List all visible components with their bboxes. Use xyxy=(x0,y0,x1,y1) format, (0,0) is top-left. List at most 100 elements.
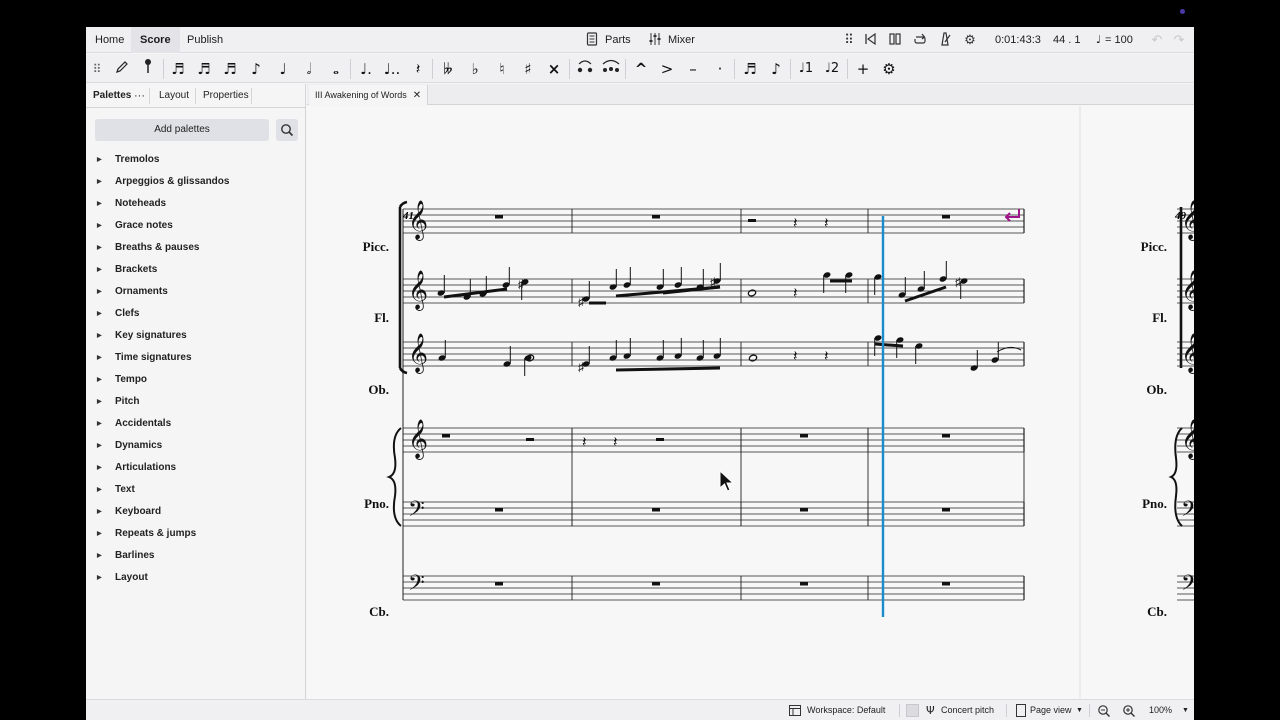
palette-item[interactable]: ▶ Accidentals xyxy=(86,413,305,435)
palette-item[interactable]: ▶ Grace notes xyxy=(86,215,305,237)
palette-item[interactable]: ▶ Noteheads xyxy=(86,193,305,215)
undo-icon[interactable]: ↶ xyxy=(1149,32,1165,48)
flip-direction-icon[interactable]: ♪ xyxy=(765,58,787,80)
metronome-icon[interactable] xyxy=(937,32,953,48)
tab-palettes[interactable]: Palettes xyxy=(93,84,131,108)
add-icon[interactable]: + xyxy=(852,58,874,80)
expand-arrow-icon[interactable]: ▶ xyxy=(97,545,102,567)
parts-button[interactable]: Parts xyxy=(605,27,631,53)
note-input-pen-icon[interactable] xyxy=(111,58,133,80)
redo-icon[interactable]: ↷ xyxy=(1171,32,1187,48)
palette-item[interactable]: ▶ Dynamics xyxy=(86,435,305,457)
toolbar-settings-icon[interactable]: ⚙ xyxy=(878,58,900,80)
palette-item[interactable]: ▶ Ornaments xyxy=(86,281,305,303)
tab-score[interactable]: Score xyxy=(131,27,180,53)
workspace-icon[interactable] xyxy=(789,705,801,716)
tab-publish[interactable]: Publish xyxy=(178,27,232,53)
play-pause-icon[interactable] xyxy=(887,32,903,48)
view-mode-selector[interactable]: Page view xyxy=(1030,700,1072,720)
expand-arrow-icon[interactable]: ▶ xyxy=(97,193,102,215)
flat-icon[interactable]: ♭ xyxy=(464,58,486,80)
expand-arrow-icon[interactable]: ▶ xyxy=(97,215,102,237)
chevron-down-icon[interactable]: ▼ xyxy=(1076,700,1083,720)
parts-icon[interactable] xyxy=(584,32,600,48)
loop-icon[interactable] xyxy=(912,32,928,48)
tie-icon[interactable] xyxy=(574,58,596,80)
add-palettes-button[interactable]: Add palettes xyxy=(95,119,269,141)
expand-arrow-icon[interactable]: ▶ xyxy=(97,149,102,171)
expand-arrow-icon[interactable]: ▶ xyxy=(97,171,102,193)
sharp-icon[interactable]: ♯ xyxy=(517,58,539,80)
tuplet-icon[interactable]: ♬ xyxy=(739,58,761,80)
palette-item[interactable]: ▶ Pitch xyxy=(86,391,305,413)
playback-settings-icon[interactable]: ⚙ xyxy=(962,32,978,48)
augmentation-dot-icon[interactable]: ♩. xyxy=(355,58,377,80)
double-dot-icon[interactable]: ♩.. xyxy=(381,58,403,80)
expand-arrow-icon[interactable]: ▶ xyxy=(97,501,102,523)
expand-arrow-icon[interactable]: ▶ xyxy=(97,523,102,545)
close-icon[interactable]: ✕ xyxy=(413,90,421,101)
workspace-selector[interactable]: Workspace: Default xyxy=(807,700,885,720)
palette-item[interactable]: ▶ Keyboard xyxy=(86,501,305,523)
input-mode-icon[interactable] xyxy=(137,58,159,80)
double-sharp-icon[interactable]: × xyxy=(543,58,565,80)
drag-handle-icon[interactable]: ⠿ xyxy=(841,32,857,48)
palette-item[interactable]: ▶ Text xyxy=(86,479,305,501)
zoom-chevron-icon[interactable]: ▼ xyxy=(1182,700,1189,720)
palettes-menu-icon[interactable]: ··· xyxy=(134,84,145,108)
thirty-second-note-icon[interactable]: ♬ xyxy=(193,58,215,80)
tab-home[interactable]: Home xyxy=(86,27,133,53)
voice-2-icon[interactable]: ♩2 xyxy=(821,58,843,80)
expand-arrow-icon[interactable]: ▶ xyxy=(97,567,102,589)
natural-icon[interactable]: ♮ xyxy=(491,58,513,80)
eighth-note-icon[interactable]: ♪ xyxy=(245,58,267,80)
palette-item[interactable]: ▶ Articulations xyxy=(86,457,305,479)
expand-arrow-icon[interactable]: ▶ xyxy=(97,457,102,479)
tenuto-icon[interactable]: – xyxy=(682,58,704,80)
palette-search-button[interactable] xyxy=(276,119,298,141)
zoom-in-icon[interactable] xyxy=(1122,704,1136,718)
mixer-icon[interactable] xyxy=(647,32,663,48)
accent-icon[interactable]: > xyxy=(656,58,678,80)
concert-pitch-checkbox[interactable] xyxy=(906,704,919,717)
sixteenth-note-icon[interactable]: ♬ xyxy=(219,58,241,80)
expand-arrow-icon[interactable]: ▶ xyxy=(97,391,102,413)
sixty-fourth-note-icon[interactable]: ♬ xyxy=(167,58,189,80)
whole-note-icon[interactable]: 𝅝 xyxy=(325,58,347,80)
tab-properties[interactable]: Properties xyxy=(203,84,249,108)
page-view-icon[interactable] xyxy=(1016,704,1026,717)
palette-item[interactable]: ▶ Layout xyxy=(86,567,305,589)
zoom-level[interactable]: 100% xyxy=(1149,700,1172,720)
zoom-out-icon[interactable] xyxy=(1097,704,1111,718)
rewind-icon[interactable] xyxy=(862,32,878,48)
palette-item[interactable]: ▶ Tempo xyxy=(86,369,305,391)
staccato-icon[interactable]: · xyxy=(709,58,731,80)
concert-pitch-label[interactable]: Concert pitch xyxy=(941,700,994,720)
expand-arrow-icon[interactable]: ▶ xyxy=(97,259,102,281)
palette-item[interactable]: ▶ Time signatures xyxy=(86,347,305,369)
voice-1-icon[interactable]: ♩1 xyxy=(795,58,817,80)
double-flat-icon[interactable]: 𝄫 xyxy=(437,58,459,80)
palette-item[interactable]: ▶ Brackets xyxy=(86,259,305,281)
palette-item[interactable]: ▶ Arpeggios & glissandos xyxy=(86,171,305,193)
tab-layout[interactable]: Layout xyxy=(159,84,189,108)
expand-arrow-icon[interactable]: ▶ xyxy=(97,325,102,347)
quarter-note-icon[interactable]: ♩ xyxy=(272,58,294,80)
slur-icon[interactable] xyxy=(600,58,622,80)
rest-icon[interactable]: 𝄽 xyxy=(407,58,429,80)
half-note-icon[interactable]: 𝅗𝅥 xyxy=(298,58,320,80)
mixer-button[interactable]: Mixer xyxy=(668,27,695,53)
palette-item[interactable]: ▶ Barlines xyxy=(86,545,305,567)
marcato-icon[interactable]: ^ xyxy=(630,58,652,80)
expand-arrow-icon[interactable]: ▶ xyxy=(97,281,102,303)
palette-item[interactable]: ▶ Repeats & jumps xyxy=(86,523,305,545)
palette-item[interactable]: ▶ Breaths & pauses xyxy=(86,237,305,259)
expand-arrow-icon[interactable]: ▶ xyxy=(97,303,102,325)
expand-arrow-icon[interactable]: ▶ xyxy=(97,237,102,259)
expand-arrow-icon[interactable]: ▶ xyxy=(97,369,102,391)
palette-item[interactable]: ▶ Tremolos xyxy=(86,149,305,171)
palette-item[interactable]: ▶ Clefs xyxy=(86,303,305,325)
expand-arrow-icon[interactable]: ▶ xyxy=(97,435,102,457)
expand-arrow-icon[interactable]: ▶ xyxy=(97,347,102,369)
score-canvas[interactable]: 𝄞 𝄞 𝄞 𝄞 𝄞 𝄞 𝄞 𝄞 𝄢 𝄢 𝄢 𝄢 𝄽 𝄽 𝄽 𝄽 𝄽 𝄽 𝄽 ♯ ♯ ♯ ♯ ♯ 41 49 Picc. Fl.… xyxy=(307,106,1194,699)
